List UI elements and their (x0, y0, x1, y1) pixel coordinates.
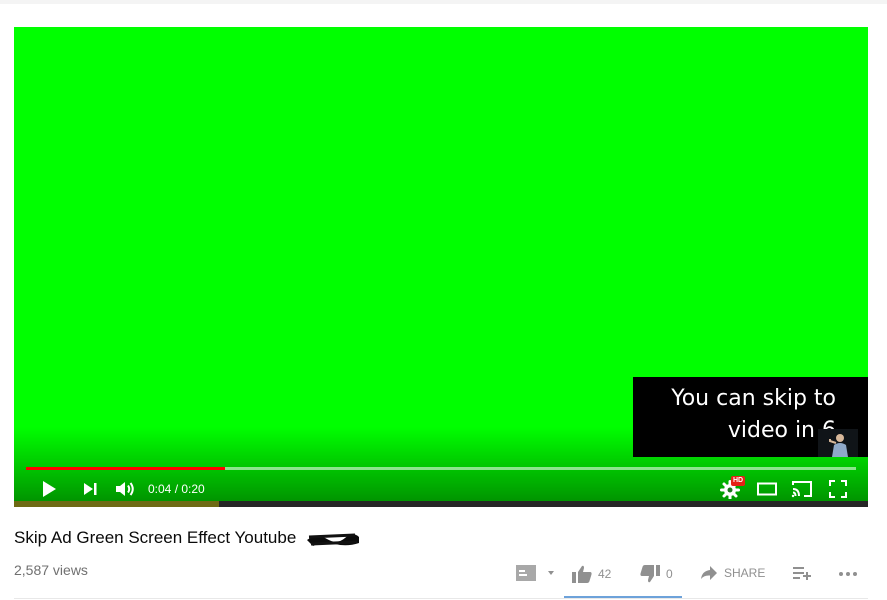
skip-ad-countdown[interactable]: You can skip to video in 6 (633, 377, 868, 457)
volume-icon (116, 482, 134, 496)
fullscreen-icon (829, 480, 847, 498)
volume-button[interactable] (114, 477, 136, 501)
hd-badge: HD (731, 476, 746, 486)
ad-progress-bar (14, 501, 868, 507)
share-button[interactable]: SHARE (700, 565, 765, 581)
next-button[interactable] (80, 477, 100, 501)
redaction-scribble (307, 533, 359, 546)
share-label: SHARE (724, 566, 766, 580)
thumbs-down-icon (640, 565, 660, 583)
progress-bar[interactable] (26, 467, 856, 470)
cast-button[interactable] (790, 477, 814, 501)
chevron-down-icon (548, 571, 554, 575)
theater-mode-icon (757, 482, 777, 496)
playlist-add-icon (793, 567, 811, 580)
dislike-count: 0 (666, 567, 673, 581)
video-player[interactable]: You can skip to video in 6 0:04 / 0:20 H… (14, 27, 868, 507)
playlist-add-icon (516, 565, 536, 581)
skip-ad-line-1: You can skip to (671, 386, 836, 411)
top-divider (0, 0, 887, 4)
ad-thumbnail (818, 429, 858, 457)
video-title: Skip Ad Green Screen Effect Youtube (14, 528, 297, 547)
player-controls: 0:04 / 0:20 HD (14, 476, 868, 501)
fullscreen-button[interactable] (828, 477, 848, 501)
cast-icon (791, 481, 812, 498)
ad-progress-fill (14, 501, 219, 507)
share-icon (701, 566, 717, 580)
like-button[interactable]: 42 (572, 565, 611, 583)
next-icon (84, 483, 97, 495)
skip-ad-line-2: video in 6 (727, 418, 836, 443)
time-display: 0:04 / 0:20 (148, 482, 205, 496)
save-menu-button[interactable] (516, 565, 556, 581)
dislike-button[interactable]: 0 (640, 565, 673, 583)
add-to-playlist-button[interactable] (792, 565, 812, 581)
more-actions-button[interactable] (838, 565, 858, 581)
theater-mode-button[interactable] (756, 477, 778, 501)
like-count: 42 (598, 567, 612, 581)
progress-played (26, 467, 226, 470)
play-icon (43, 481, 56, 497)
thumbs-up-icon (572, 565, 592, 583)
more-icon (839, 572, 857, 576)
settings-button[interactable]: HD (718, 476, 746, 501)
bottom-divider (14, 598, 868, 599)
view-count: 2,587 views (14, 562, 88, 578)
play-button[interactable] (38, 477, 60, 501)
